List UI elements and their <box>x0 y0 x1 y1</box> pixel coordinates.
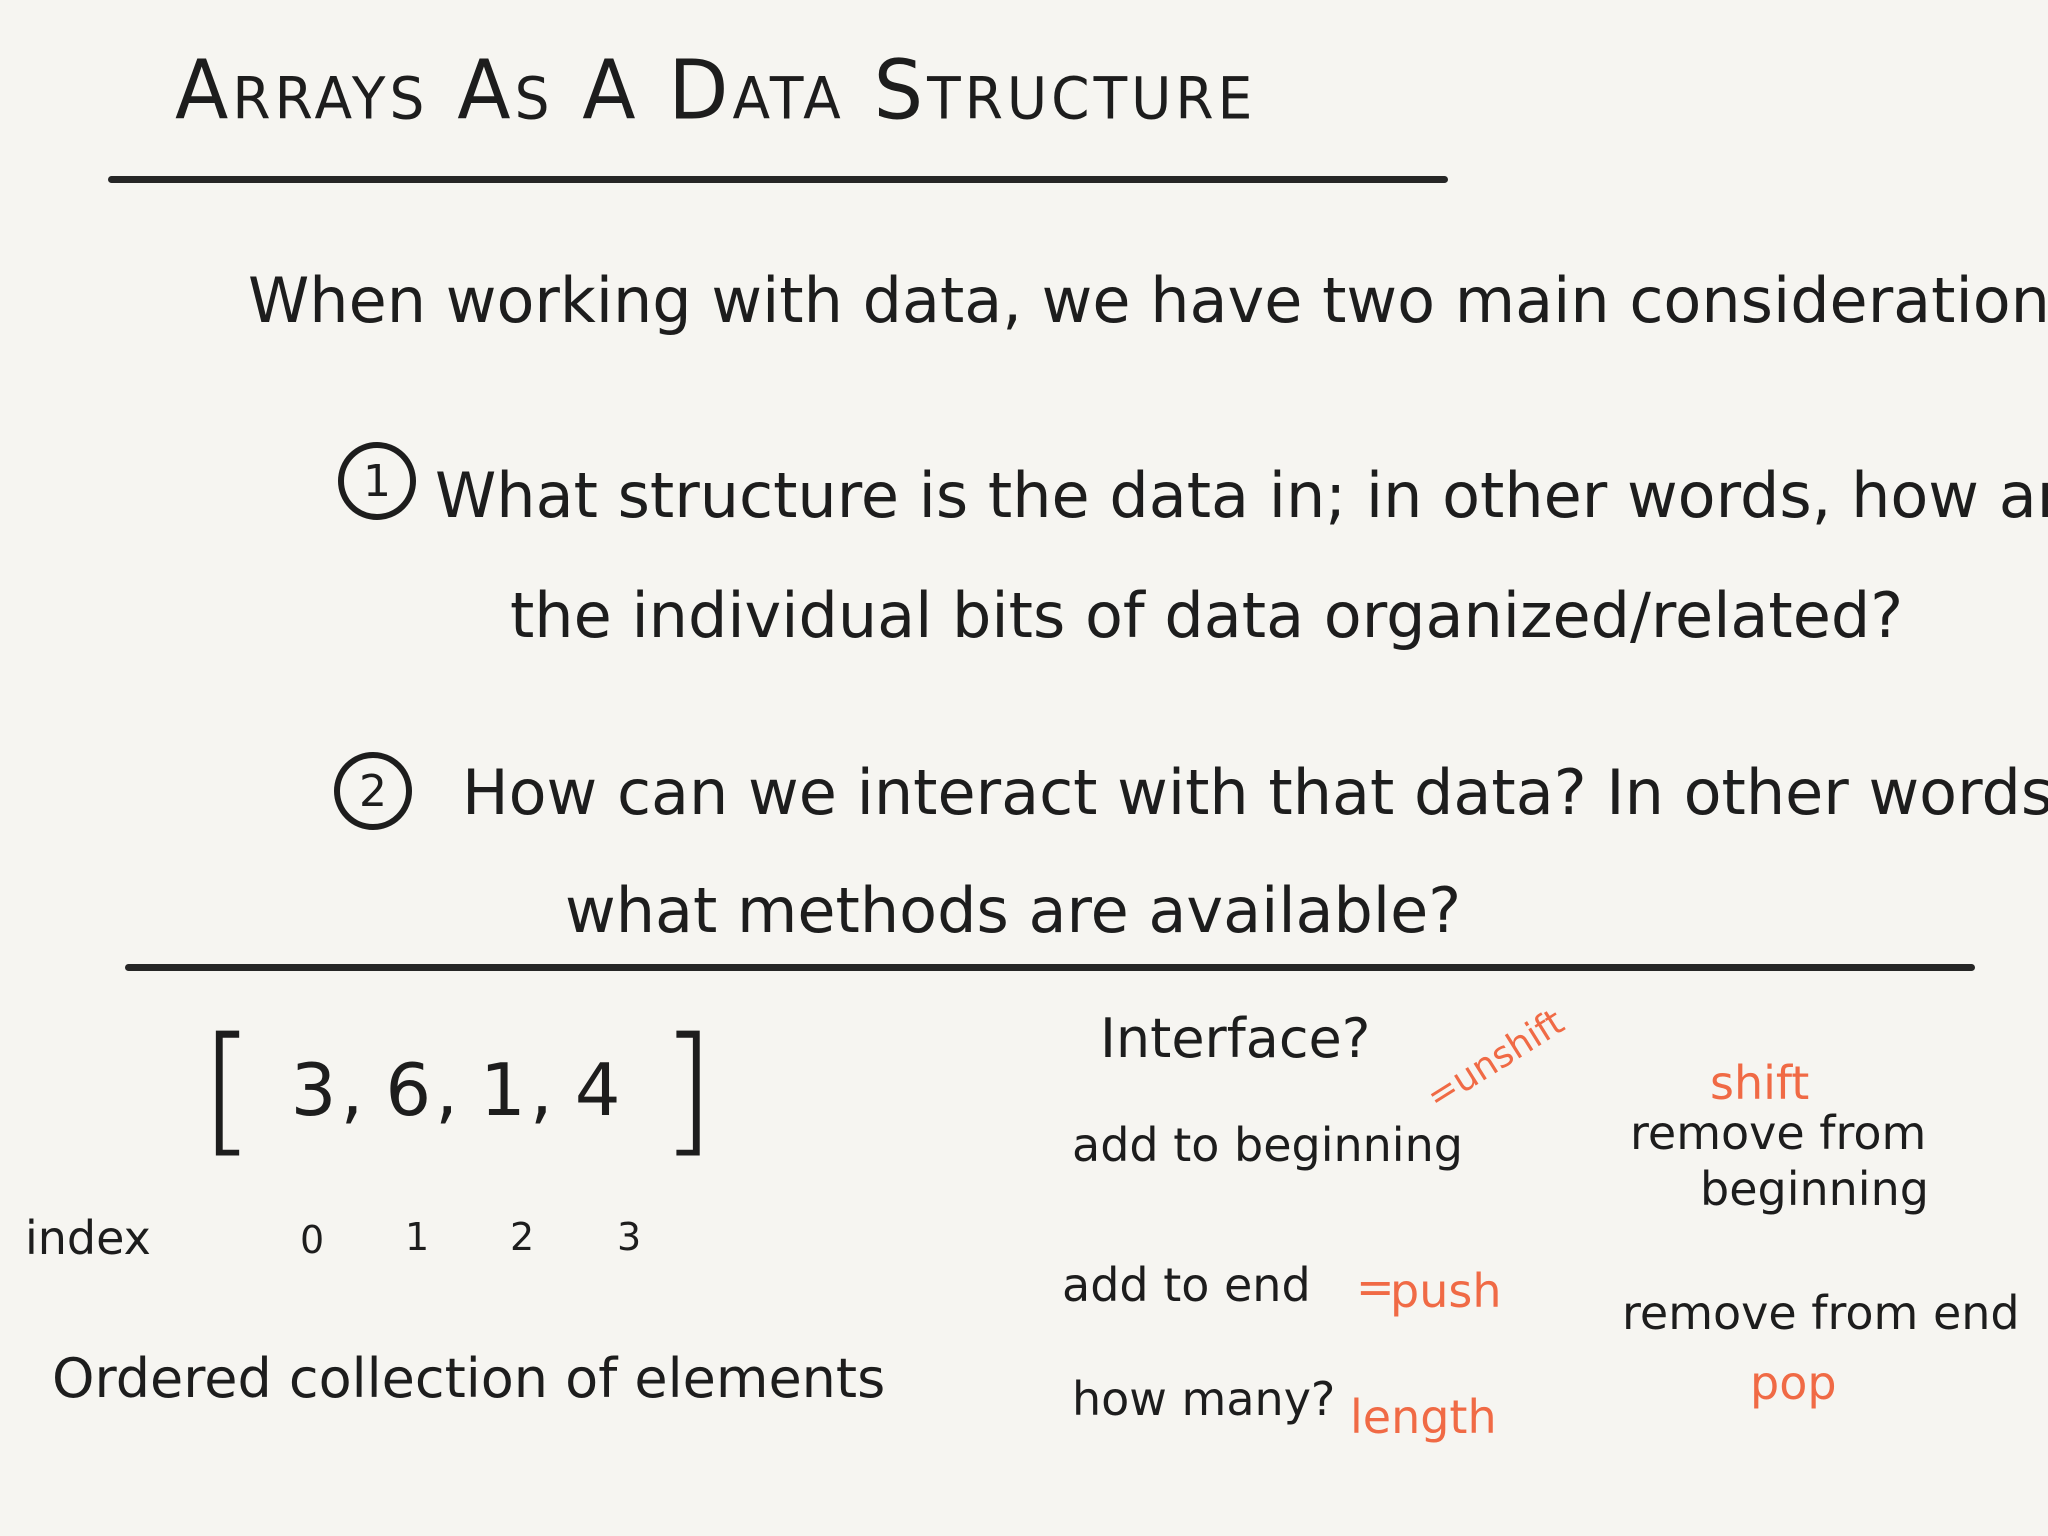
close-bracket: ] <box>660 1008 716 1171</box>
array-comma: , <box>529 1048 553 1132</box>
push-equals: = <box>1356 1260 1395 1314</box>
index-label: index <box>25 1211 151 1265</box>
array-element: 4 <box>574 1048 621 1132</box>
intro-text: When working with data, we have two main… <box>248 264 2048 337</box>
index-value: 0 <box>300 1218 325 1262</box>
add-to-beginning-label: add to beginning <box>1072 1118 1463 1172</box>
remove-from-beginning-label-1: remove from <box>1630 1106 1927 1160</box>
consideration-2-line-2: what methods are available? <box>565 874 1462 947</box>
consideration-1-line-2: the individual bits of data organized/re… <box>510 579 1904 652</box>
how-many-label: how many? <box>1072 1372 1336 1426</box>
array-description: Ordered collection of elements <box>52 1347 886 1410</box>
interface-heading: Interface? <box>1100 1007 1371 1070</box>
page-title: Arrays As A Data Structure <box>175 43 1257 139</box>
array-element: 3 <box>290 1048 337 1132</box>
consideration-number: 2 <box>359 765 387 817</box>
index-value: 3 <box>617 1215 642 1259</box>
shift-method: shift <box>1710 1056 1810 1110</box>
remove-from-end-label: remove from end <box>1622 1286 2020 1340</box>
array-comma: , <box>340 1048 364 1132</box>
number-one-circle: 1 <box>338 442 416 520</box>
add-to-end-label: add to end <box>1062 1258 1311 1312</box>
consideration-1-line-1: What structure is the data in; in other … <box>435 459 2048 532</box>
pop-method: pop <box>1750 1356 1837 1410</box>
length-method: length <box>1350 1390 1497 1444</box>
push-method: push <box>1390 1264 1502 1318</box>
number-two-circle: 2 <box>334 752 412 830</box>
array-literal: [ 3 , 6 , 1 , 4 ] <box>200 1020 715 1160</box>
title-underline <box>108 176 1448 183</box>
section-divider <box>125 964 1975 971</box>
array-element: 1 <box>480 1048 526 1132</box>
index-value: 2 <box>510 1215 535 1259</box>
open-bracket: [ <box>200 1008 255 1171</box>
index-value: 1 <box>405 1215 430 1259</box>
array-comma: , <box>435 1048 459 1132</box>
consideration-2-line-1: How can we interact with that data? In o… <box>462 756 2048 829</box>
remove-from-beginning-label-2: beginning <box>1700 1162 1929 1216</box>
unshift-method: =unshift <box>1419 1001 1572 1118</box>
consideration-number: 1 <box>363 455 391 507</box>
array-element: 6 <box>385 1048 432 1132</box>
